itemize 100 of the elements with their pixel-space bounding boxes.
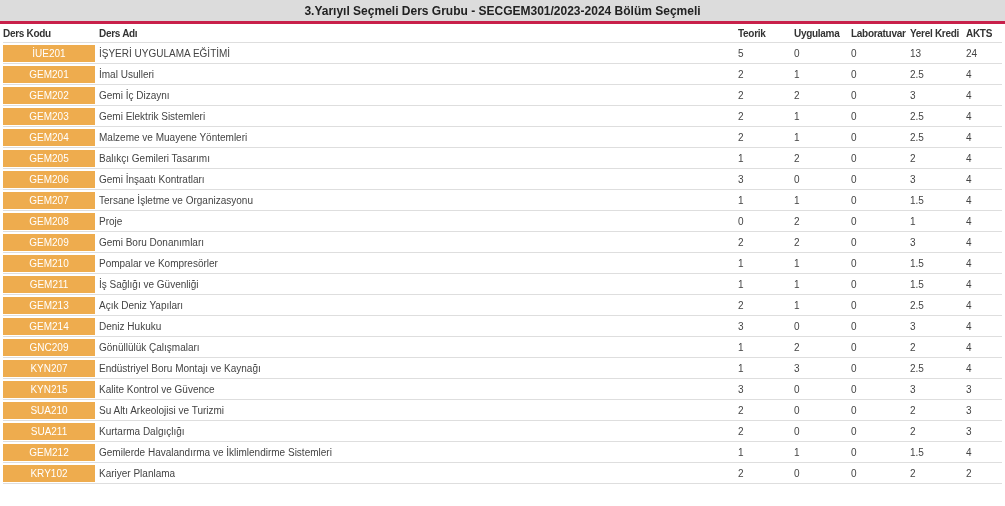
table-cell-text: İş Sağlığı ve Güvenliği: [99, 277, 200, 292]
course-code-badge[interactable]: SUA210: [3, 401, 95, 419]
table-cell-text: Pompalar ve Kompresörler: [99, 256, 219, 271]
table-cell-text: Gemilerde Havalandırma ve İklimlendirme Sistemleri: [99, 445, 333, 460]
table-cell-text: 0: [851, 340, 858, 355]
course-code-badge[interactable]: KYN215: [3, 380, 95, 398]
course-code-badge[interactable]: GEM212: [3, 443, 95, 461]
table-cell-text: 3: [910, 319, 917, 334]
table-cell-text: 2: [966, 466, 973, 481]
table-cell-text: 0: [794, 466, 801, 481]
table-cell-text: Endüstriyel Boru Montajı ve Kaynağı: [99, 361, 262, 376]
table-cell-text: İŞYERİ UYGULAMA EĞİTİMİ: [99, 46, 232, 61]
table-cell-text: 2: [738, 130, 745, 145]
table-cell-text: 2: [794, 214, 801, 229]
table-cell-text: 4: [966, 172, 973, 187]
table-cell-text: Kurtarma Dalgıçlığı: [99, 424, 186, 439]
course-code-badge[interactable]: GEM213: [3, 296, 95, 314]
table-cell-text: 2.5: [910, 361, 925, 376]
table-cell-text: 2: [794, 235, 801, 250]
table-cell-text: Kalite Kontrol ve Güvence: [99, 382, 216, 397]
table-cell-text: Gemi İç Dizaynı: [99, 88, 171, 103]
table-cell-text: 0: [794, 46, 801, 61]
table-cell-text: 2: [738, 403, 745, 418]
table-cell-text: 0: [738, 214, 745, 229]
table-cell-text: 0: [794, 403, 801, 418]
table-cell-text: Balıkçı Gemileri Tasarımı: [99, 151, 211, 166]
course-code-badge[interactable]: GEM201: [3, 65, 95, 83]
table-cell-text: 2: [738, 424, 745, 439]
course-code-badge[interactable]: GEM211: [3, 275, 95, 293]
course-code-badge[interactable]: GEM210: [3, 254, 95, 272]
table-cell-text: 0: [851, 256, 858, 271]
table-cell-text: 4: [966, 151, 973, 166]
table-cell-text: İmal Usulleri: [99, 67, 155, 82]
course-code-badge[interactable]: GNC209: [3, 338, 95, 356]
table-cell-text: 0: [851, 319, 858, 334]
table-cell-text: 0: [851, 193, 858, 208]
table-cell-text: 0: [851, 172, 858, 187]
table-cell-text: 3: [794, 361, 801, 376]
course-code-badge[interactable]: İUE201: [3, 44, 95, 62]
table-cell-text: 1.5: [910, 277, 925, 292]
table-cell-text: 1: [738, 361, 745, 376]
column-header: Yerel Kredi: [910, 26, 960, 41]
course-code-badge[interactable]: SUA211: [3, 422, 95, 440]
table-cell-text: 2.5: [910, 67, 925, 82]
table-cell-text: 4: [966, 214, 973, 229]
table-cell-text: 0: [851, 277, 858, 292]
table-cell-text: 3: [738, 172, 745, 187]
table-cell-text: 4: [966, 340, 973, 355]
table-cell-text: 1: [794, 256, 801, 271]
course-code-badge[interactable]: KYN207: [3, 359, 95, 377]
table-cell-text: 0: [851, 88, 858, 103]
table-cell-text: 1: [738, 256, 745, 271]
course-code-badge[interactable]: GEM205: [3, 149, 95, 167]
course-code-badge[interactable]: KRY102: [3, 464, 95, 482]
table-cell-text: 2: [794, 151, 801, 166]
table-cell-text: 0: [851, 67, 858, 82]
table-cell-text: 0: [851, 235, 858, 250]
table-cell-text: 1.5: [910, 193, 925, 208]
table-cell-text: 3: [910, 172, 917, 187]
table-cell-text: 3: [966, 403, 973, 418]
table-cell-text: 4: [966, 445, 973, 460]
table-cell-text: 1: [794, 193, 801, 208]
table-cell-text: 3: [738, 382, 745, 397]
table-cell-text: 1: [738, 151, 745, 166]
table-cell-text: Gemi İnşaatı Kontratları: [99, 172, 206, 187]
table-cell-text: 2: [794, 88, 801, 103]
table-cell-text: 1: [738, 193, 745, 208]
table-cell-text: 3: [910, 235, 917, 250]
column-header: Teorik: [738, 26, 767, 41]
table-cell-text: 0: [851, 361, 858, 376]
table-cell-text: Gönüllülük Çalışmaları: [99, 340, 201, 355]
table-cell-text: 4: [966, 256, 973, 271]
table-cell-text: 4: [966, 298, 973, 313]
table-cell-text: 2: [738, 235, 745, 250]
course-code-badge[interactable]: GEM207: [3, 191, 95, 209]
table-cell-text: 2: [910, 424, 917, 439]
table-cell-text: 4: [966, 277, 973, 292]
table-cell-text: 2: [738, 466, 745, 481]
table-cell-text: 4: [966, 319, 973, 334]
table-cell-text: 4: [966, 130, 973, 145]
table-cell-text: 0: [851, 130, 858, 145]
table-cell-text: Malzeme ve Muayene Yöntemleri: [99, 130, 249, 145]
table-cell-text: 13: [910, 46, 923, 61]
course-code-badge[interactable]: GEM204: [3, 128, 95, 146]
course-code-badge[interactable]: GEM202: [3, 86, 95, 104]
table-cell-text: 1: [910, 214, 917, 229]
table-cell-text: 2: [910, 151, 917, 166]
course-code-badge[interactable]: GEM214: [3, 317, 95, 335]
table-cell-text: 1: [738, 277, 745, 292]
table-cell-text: 2: [794, 340, 801, 355]
table-cell-text: Kariyer Planlama: [99, 466, 177, 481]
course-code-badge[interactable]: GEM209: [3, 233, 95, 251]
course-code-badge[interactable]: GEM203: [3, 107, 95, 125]
course-code-badge[interactable]: GEM206: [3, 170, 95, 188]
table-cell-text: 0: [851, 466, 858, 481]
table-cell-text: 1: [794, 298, 801, 313]
table-cell-text: 3: [910, 382, 917, 397]
table-cell-text: 0: [851, 424, 858, 439]
course-code-badge[interactable]: GEM208: [3, 212, 95, 230]
table-cell-text: 1: [794, 445, 801, 460]
